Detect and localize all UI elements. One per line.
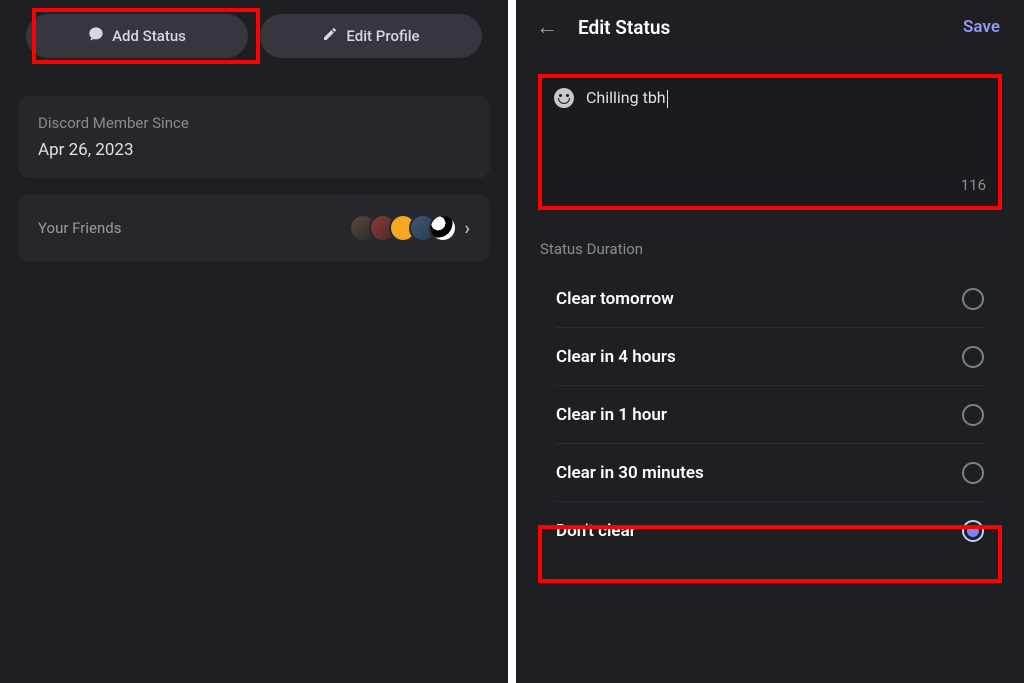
friends-row: Your Friends ›: [38, 212, 470, 244]
header-left: ← Edit Status: [536, 14, 670, 40]
status-text-value: Chilling tbh: [586, 88, 666, 107]
radio-icon-selected: [962, 520, 984, 542]
emoji-picker-icon[interactable]: [554, 88, 574, 108]
edit-status-panel: ← Edit Status Save Chilling tbh 116 Stat…: [516, 0, 1024, 683]
text-cursor: [667, 90, 668, 108]
radio-icon: [962, 346, 984, 368]
duration-option-tomorrow[interactable]: Clear tomorrow: [538, 270, 1002, 328]
header-title: Edit Status: [578, 16, 670, 39]
member-since-label: Discord Member Since: [38, 114, 470, 132]
duration-label: Don't clear: [556, 521, 636, 541]
friends-preview: ›: [349, 214, 470, 242]
back-arrow-icon[interactable]: ←: [536, 14, 558, 40]
header-bar: ← Edit Status Save: [516, 0, 1024, 50]
edit-profile-button[interactable]: Edit Profile: [260, 14, 482, 58]
friends-label: Your Friends: [38, 219, 121, 237]
pencil-icon: [322, 26, 338, 46]
radio-icon: [962, 404, 984, 426]
character-count: 116: [961, 176, 986, 194]
status-input-box[interactable]: Chilling tbh 116: [540, 74, 1000, 204]
friend-avatars: [349, 214, 457, 242]
duration-option-1hour[interactable]: Clear in 1 hour: [538, 386, 1002, 444]
status-input-row: Chilling tbh: [540, 74, 1000, 122]
duration-list: Clear tomorrow Clear in 4 hours Clear in…: [538, 270, 1002, 560]
status-text-input[interactable]: Chilling tbh: [586, 88, 668, 108]
save-button[interactable]: Save: [963, 17, 1000, 37]
duration-label: Clear in 1 hour: [556, 405, 667, 425]
edit-profile-label: Edit Profile: [346, 27, 419, 45]
duration-option-30min[interactable]: Clear in 30 minutes: [538, 444, 1002, 502]
duration-section-label: Status Duration: [540, 240, 1000, 258]
top-button-row: Add Status Edit Profile: [0, 14, 508, 58]
avatar: [429, 214, 457, 242]
duration-label: Clear tomorrow: [556, 289, 674, 309]
duration-label: Clear in 30 minutes: [556, 463, 704, 483]
member-since-value: Apr 26, 2023: [38, 140, 470, 160]
radio-icon: [962, 462, 984, 484]
duration-label: Clear in 4 hours: [556, 347, 676, 367]
member-since-card: Discord Member Since Apr 26, 2023: [18, 96, 490, 178]
radio-icon: [962, 288, 984, 310]
duration-option-dont-clear[interactable]: Don't clear: [538, 502, 1002, 560]
add-status-button[interactable]: Add Status: [26, 14, 248, 58]
friends-card[interactable]: Your Friends ›: [18, 194, 490, 262]
duration-option-4hours[interactable]: Clear in 4 hours: [538, 328, 1002, 386]
add-status-label: Add Status: [112, 27, 186, 45]
profile-panel: Add Status Edit Profile Discord Member S…: [0, 0, 508, 683]
chevron-right-icon: ›: [465, 218, 470, 239]
chat-bubble-icon: [88, 26, 104, 46]
